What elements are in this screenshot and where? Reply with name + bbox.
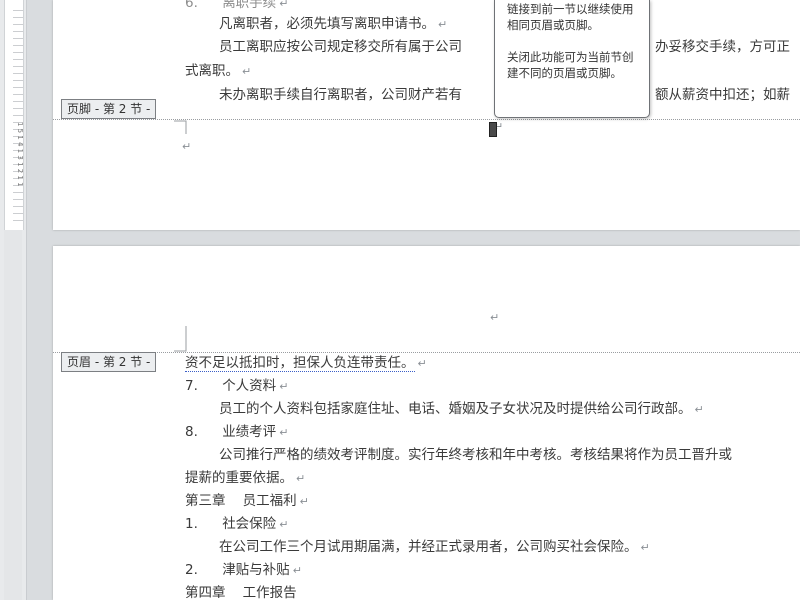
paragraph-mark: ↵ [182,140,192,153]
header-section-label: 页眉 - 第 2 节 - [61,352,157,372]
footer-section-label: 页脚 - 第 2 节 - [61,99,157,119]
ruler-numbers: 1 5 1 4 1 3 1 2 1 1 [16,122,24,187]
empty-footer-paragraph[interactable]: ↵ [182,137,191,156]
list-item: 8. 业绩考评 ↵ [185,423,288,442]
paragraph-line-tail: 办妥移交手续，方可正 [655,38,790,56]
chapter-heading-text: 第四章 工作报告 [185,585,297,600]
paragraph-mark: ↵ [694,403,704,416]
document-page-2[interactable]: ↵ 页眉 - 第 2 节 - 资不足以抵扣时，担保人负连带责任。 ↵ 7. 个人资… [53,246,800,600]
paragraph-mark: ↵ [296,472,306,485]
paragraph-line: 提薪的重要依据。 ↵ [185,469,305,488]
list-item: 6. 离职手续 ↵ [185,0,288,13]
footer-margin-corner-mark [174,120,187,134]
list-number: 6. [185,0,198,11]
link-to-previous-tooltip: 链接到前一节以继续使用相同页眉或页脚。 关闭此功能可为当前节创建不同的页眉或页脚… [494,0,650,118]
paragraph-text: 员工的个人资料包括家庭住址、电话、婚姻及子女状况及时提供给公司行政部。 [219,401,692,417]
paragraph-mark: ↵ [279,518,289,531]
list-item-text: 业绩考评 [222,424,277,440]
paragraph-mark: ↵ [292,564,302,577]
paragraph-mark: ↵ [279,380,289,393]
list-number: 8. [185,424,198,440]
list-number: 7. [185,378,198,394]
paragraph-text: 凡离职者，必须先填写离职申请书。 [219,16,435,32]
list-number: 2. [185,562,198,578]
vertical-ruler[interactable]: 1 5 1 4 1 3 1 2 1 1 [0,0,27,600]
paragraph-mark: ↵ [279,0,289,10]
document-page-1[interactable]: 6. 离职手续 ↵ 凡离职者，必须先填写离职申请书。 ↵ 员工离职应按公司规定移交所… [53,0,800,230]
ruler-active-area: 1 5 1 4 1 3 1 2 1 1 [4,0,24,230]
paragraph-mark: ↵ [242,65,252,78]
list-number: 1. [185,516,198,532]
tooltip-text-line-2: 关闭此功能可为当前节创建不同的页眉或页脚。 [507,50,634,80]
chapter-heading-text: 第三章 员工福利 [185,493,297,509]
chapter-heading: 第四章 工作报告 [185,584,297,600]
paragraph-text: 式离职。 [185,63,239,79]
tooltip-text-line-1: 链接到前一节以继续使用相同页眉或页脚。 [507,2,634,32]
list-item: 7. 个人资料 ↵ [185,377,288,396]
paragraph-mark: ↵ [438,18,448,31]
paragraph-mark: ↵ [490,311,500,324]
paragraph-text: 提薪的重要依据。 [185,470,293,486]
footer-boundary [53,119,800,120]
paragraph-mark: ↵ [279,426,289,439]
header-margin-corner-mark [174,326,187,352]
paragraph-text: 未办离职手续自行离职者，公司财产若有 [219,87,462,103]
empty-header-paragraph[interactable]: ↵ [490,308,499,327]
list-item-text: 社会保险 [222,516,277,532]
paragraph-line: 公司推行严格的绩效考评制度。实行年终考核和年中考核。考核结果将作为员工晋升或 [219,446,732,464]
paragraph-line: 凡离职者，必须先填写离职申请书。 ↵ [219,15,447,34]
text-cursor [489,122,497,137]
paragraph-line: 未办离职手续自行离职者，公司财产若有 [219,86,462,104]
paragraph-line-tail: 额从薪资中扣还；如薪 [655,86,790,104]
paragraph-text: 资不足以抵扣时，担保人负连带责任。 [185,355,415,372]
header-boundary [53,352,800,353]
paragraph-mark: ↵ [299,495,309,508]
paragraph-line: 员工离职应按公司规定移交所有属于公司 [219,38,462,56]
paragraph-mark: ↵ [417,357,427,370]
paragraph-text: 额从薪资中扣还；如薪 [655,87,790,103]
paragraph-line: 式离职。 ↵ [185,62,251,81]
paragraph-mark: ↵ [640,541,650,554]
chapter-heading: 第三章 员工福利 ↵ [185,492,309,511]
ruler-inactive-area [4,230,22,600]
paragraph-text: 在公司工作三个月试用期届满，并经正式录用者，公司购买社会保险。 [219,539,638,555]
list-item-text: 津贴与补贴 [222,562,290,578]
paragraph-text: 办妥移交手续，方可正 [655,39,790,55]
list-item: 2. 津贴与补贴 ↵ [185,561,302,580]
paragraph-text: 员工离职应按公司规定移交所有属于公司 [219,39,462,55]
list-item-text: 离职手续 [222,0,277,11]
paragraph-line: 员工的个人资料包括家庭住址、电话、婚姻及子女状况及时提供给公司行政部。 ↵ [219,400,704,419]
ruler-ticks [13,4,23,224]
paragraph-text: 公司推行严格的绩效考评制度。实行年终考核和年中考核。考核结果将作为员工晋升或 [219,447,732,463]
paragraph-line: 在公司工作三个月试用期届满，并经正式录用者，公司购买社会保险。 ↵ [219,538,650,557]
paragraph-line: 资不足以抵扣时，担保人负连带责任。 ↵ [185,354,427,373]
list-item: 1. 社会保险 ↵ [185,515,288,534]
list-item-text: 个人资料 [222,378,277,394]
